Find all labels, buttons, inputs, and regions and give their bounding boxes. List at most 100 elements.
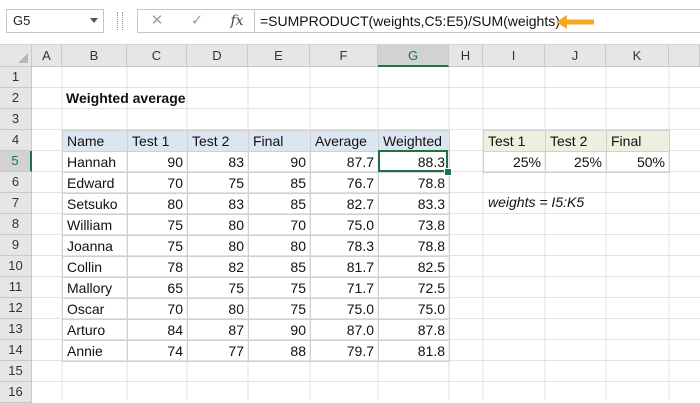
- table-header-cell[interactable]: Test 2: [187, 130, 249, 152]
- value-cell[interactable]: 75: [187, 172, 249, 194]
- value-cell[interactable]: 75: [127, 235, 188, 257]
- value-cell[interactable]: 82: [187, 256, 249, 278]
- table-header-cell[interactable]: Name: [62, 130, 128, 152]
- value-cell[interactable]: 85: [248, 193, 311, 215]
- name-cell[interactable]: Arturo: [62, 319, 128, 341]
- value-cell[interactable]: 88.3: [378, 151, 450, 173]
- value-cell[interactable]: 82.7: [310, 193, 379, 215]
- row-header-9[interactable]: 9: [0, 235, 32, 256]
- formula-bar-grip[interactable]: [117, 12, 123, 30]
- row-header-12[interactable]: 12: [0, 298, 32, 319]
- value-cell[interactable]: 78: [127, 256, 188, 278]
- value-cell[interactable]: 72.5: [378, 277, 450, 299]
- column-header-b[interactable]: B: [62, 45, 127, 67]
- value-cell[interactable]: 78.8: [378, 235, 450, 257]
- value-cell[interactable]: 78.8: [378, 172, 450, 194]
- value-cell[interactable]: 75: [248, 277, 311, 299]
- value-cell[interactable]: 80: [187, 214, 249, 236]
- value-cell[interactable]: 75: [187, 277, 249, 299]
- name-cell[interactable]: Annie: [62, 340, 128, 362]
- value-cell[interactable]: 75.0: [310, 298, 379, 320]
- value-cell[interactable]: 81.7: [310, 256, 379, 278]
- value-cell[interactable]: 70: [127, 172, 188, 194]
- value-cell[interactable]: 75.0: [310, 214, 379, 236]
- value-cell[interactable]: 83: [187, 151, 249, 173]
- value-cell[interactable]: 85: [248, 172, 311, 194]
- column-header-j[interactable]: J: [545, 45, 606, 67]
- name-cell[interactable]: Edward: [62, 172, 128, 194]
- column-header-e[interactable]: E: [248, 45, 310, 67]
- value-cell[interactable]: 87.8: [378, 319, 450, 341]
- table-header-cell[interactable]: Test 1: [127, 130, 188, 152]
- value-cell[interactable]: 79.7: [310, 340, 379, 362]
- value-cell[interactable]: 90: [248, 319, 311, 341]
- name-cell[interactable]: Setsuko: [62, 193, 128, 215]
- value-cell[interactable]: 75.0: [378, 298, 450, 320]
- name-cell[interactable]: Mallory: [62, 277, 128, 299]
- value-cell[interactable]: 83: [187, 193, 249, 215]
- row-header-6[interactable]: 6: [0, 172, 32, 193]
- formula-input[interactable]: =SUMPRODUCT(weights,C5:E5)/SUM(weights): [254, 9, 700, 33]
- value-cell[interactable]: 80: [127, 193, 188, 215]
- value-cell[interactable]: 75: [248, 298, 311, 320]
- name-cell[interactable]: Collin: [62, 256, 128, 278]
- row-header-4[interactable]: 4: [0, 130, 32, 151]
- column-header-a[interactable]: A: [32, 45, 62, 67]
- name-cell[interactable]: Hannah: [62, 151, 128, 173]
- value-cell[interactable]: 87: [187, 319, 249, 341]
- cancel-icon[interactable]: ✕: [142, 10, 172, 32]
- weight-value-cell[interactable]: 25%: [545, 151, 607, 173]
- row-header-14[interactable]: 14: [0, 340, 32, 361]
- column-header-d[interactable]: D: [187, 45, 248, 67]
- weight-value-cell[interactable]: 25%: [483, 151, 546, 173]
- value-cell[interactable]: 84: [127, 319, 188, 341]
- table-header-cell[interactable]: Weighted: [378, 130, 450, 152]
- value-cell[interactable]: 80: [187, 235, 249, 257]
- name-box[interactable]: G5: [6, 9, 104, 33]
- value-cell[interactable]: 87.7: [310, 151, 379, 173]
- name-cell[interactable]: Joanna: [62, 235, 128, 257]
- value-cell[interactable]: 74: [127, 340, 188, 362]
- value-cell[interactable]: 88: [248, 340, 311, 362]
- column-header-f[interactable]: F: [310, 45, 378, 67]
- select-all-corner[interactable]: [0, 45, 32, 67]
- value-cell[interactable]: 90: [127, 151, 188, 173]
- value-cell[interactable]: 80: [248, 235, 311, 257]
- row-header-7[interactable]: 7: [0, 193, 32, 214]
- value-cell[interactable]: 87.0: [310, 319, 379, 341]
- value-cell[interactable]: 81.8: [378, 340, 450, 362]
- value-cell[interactable]: 77: [187, 340, 249, 362]
- name-cell[interactable]: Oscar: [62, 298, 128, 320]
- value-cell[interactable]: 70: [248, 214, 311, 236]
- row-header-1[interactable]: 1: [0, 67, 32, 88]
- weight-header-cell[interactable]: Final: [606, 130, 670, 152]
- value-cell[interactable]: 85: [248, 256, 311, 278]
- column-header-c[interactable]: C: [127, 45, 187, 67]
- row-header-15[interactable]: 15: [0, 361, 32, 382]
- row-header-11[interactable]: 11: [0, 277, 32, 298]
- value-cell[interactable]: 65: [127, 277, 188, 299]
- value-cell[interactable]: 76.7: [310, 172, 379, 194]
- chevron-down-icon[interactable]: [90, 18, 98, 23]
- row-header-8[interactable]: 8: [0, 214, 32, 235]
- value-cell[interactable]: 82.5: [378, 256, 450, 278]
- column-header-i[interactable]: I: [483, 45, 545, 67]
- value-cell[interactable]: 83.3: [378, 193, 450, 215]
- column-header-g[interactable]: G: [378, 45, 449, 67]
- weight-header-cell[interactable]: Test 1: [483, 130, 546, 152]
- column-header-h[interactable]: H: [449, 45, 483, 67]
- value-cell[interactable]: 80: [187, 298, 249, 320]
- fill-handle[interactable]: [444, 168, 452, 176]
- column-header-k[interactable]: K: [606, 45, 669, 67]
- row-header-3[interactable]: 3: [0, 109, 32, 130]
- value-cell[interactable]: 75: [127, 214, 188, 236]
- value-cell[interactable]: 90: [248, 151, 311, 173]
- name-cell[interactable]: William: [62, 214, 128, 236]
- value-cell[interactable]: 70: [127, 298, 188, 320]
- row-header-10[interactable]: 10: [0, 256, 32, 277]
- value-cell[interactable]: 78.3: [310, 235, 379, 257]
- insert-function-icon[interactable]: fx: [222, 10, 252, 32]
- table-header-cell[interactable]: Average: [310, 130, 379, 152]
- row-header-13[interactable]: 13: [0, 319, 32, 340]
- row-header-2[interactable]: 2: [0, 88, 32, 109]
